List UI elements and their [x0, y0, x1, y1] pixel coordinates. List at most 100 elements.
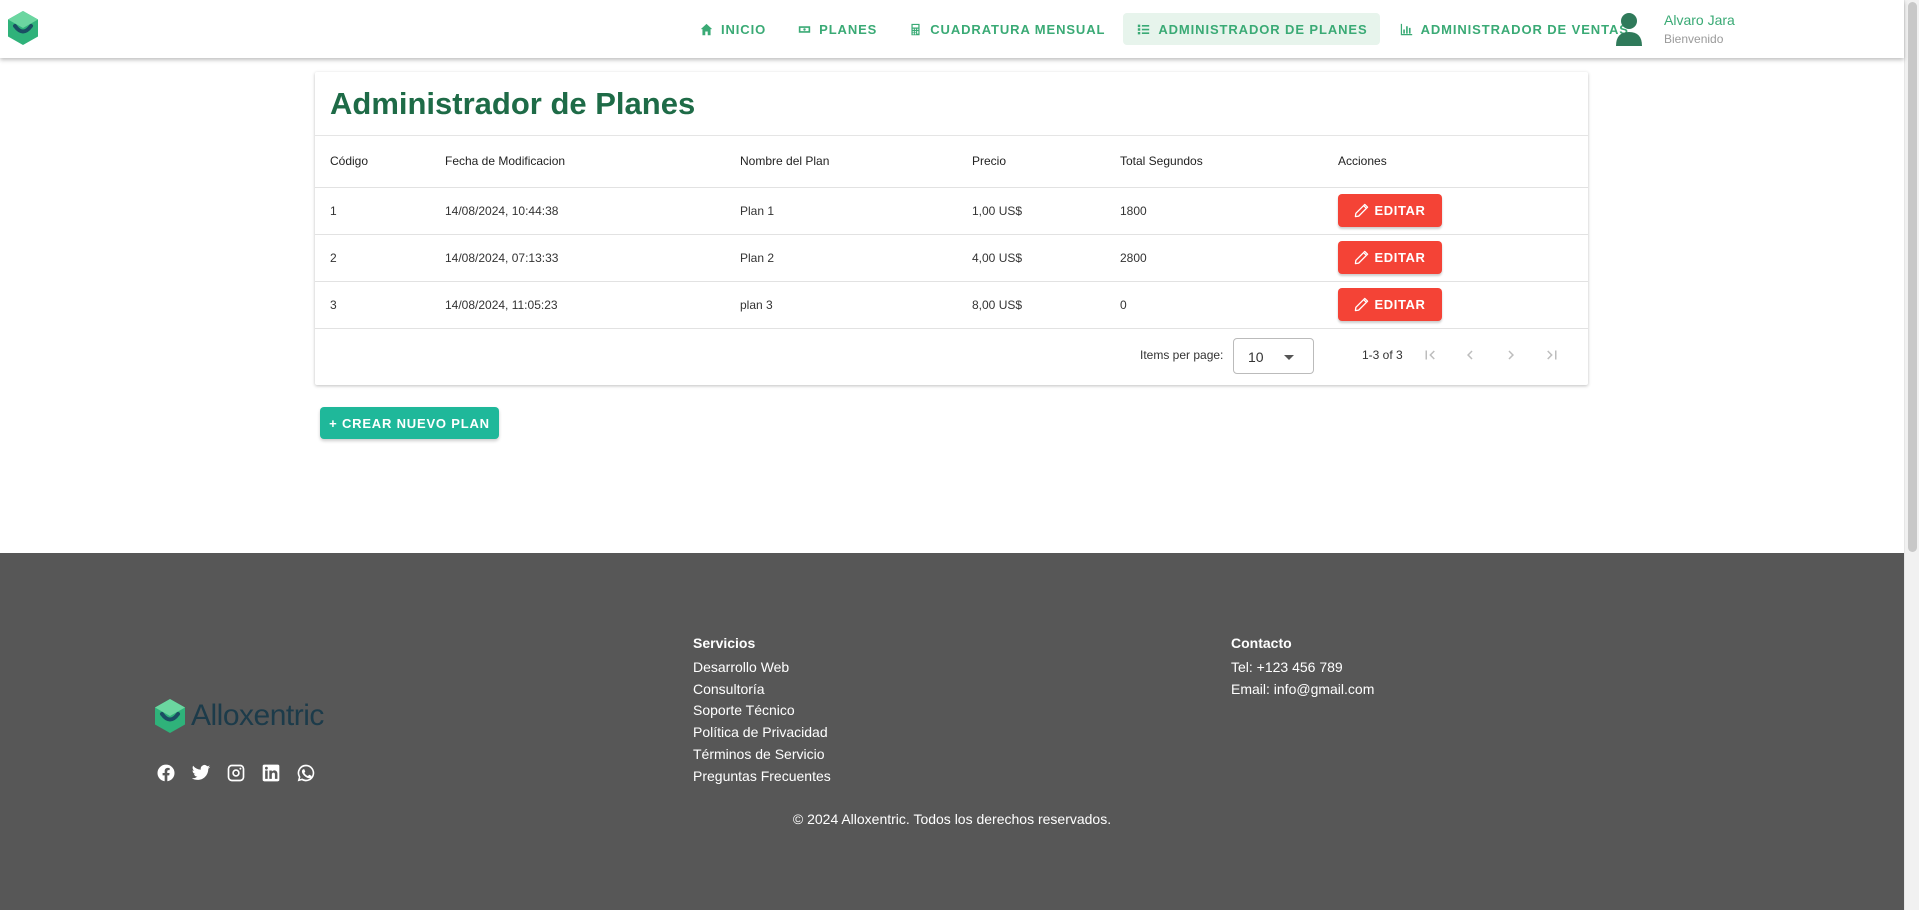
facebook-link[interactable] — [156, 763, 176, 783]
user-subtitle: Bienvenido — [1664, 32, 1724, 46]
page-size-value: 10 — [1248, 349, 1264, 365]
cell-precio: 8,00 US$ — [972, 281, 1120, 329]
last-page-icon — [1547, 350, 1557, 360]
next-page-button[interactable] — [1496, 340, 1526, 370]
nav-item-label: PLANES — [819, 21, 878, 37]
nav-item-administrador-de-ventas[interactable]: ADMINISTRADOR DE VENTAS — [1386, 13, 1641, 45]
cell-acciones: EDITAR — [1338, 234, 1588, 282]
cell-nombre: plan 3 — [740, 281, 972, 329]
nav-item-planes[interactable]: PLANES — [784, 13, 889, 45]
nav-item-administrador-de-planes[interactable]: ADMINISTRADOR DE PLANES — [1123, 13, 1380, 45]
twitter-link[interactable] — [191, 763, 211, 783]
footer-services-heading: Servicios — [693, 635, 756, 651]
cell-fecha: 14/08/2024, 11:05:23 — [445, 281, 740, 329]
page-size-select[interactable]: 10 — [1233, 338, 1314, 374]
whatsapp-icon — [297, 764, 315, 782]
edit-button[interactable]: EDITAR — [1338, 241, 1442, 274]
social-links — [156, 763, 331, 783]
cell-nombre: Plan 1 — [740, 187, 972, 235]
alloxentric-logo — [155, 699, 185, 733]
edit-button-label: EDITAR — [1374, 250, 1426, 265]
cell-segundos: 1800 — [1120, 187, 1338, 235]
cell-segundos: 2800 — [1120, 234, 1338, 282]
instagram-icon — [227, 764, 245, 782]
table-row: 2 14/08/2024, 07:13:33 Plan 2 4,00 US$ 2… — [315, 234, 1588, 282]
edit-button-label: EDITAR — [1374, 203, 1426, 218]
nav-item-label: ADMINISTRADOR DE PLANES — [1158, 21, 1368, 37]
cell-codigo: 3 — [315, 281, 445, 329]
chevron-right-icon — [1508, 350, 1514, 360]
scrollbar-thumb[interactable] — [1908, 2, 1917, 552]
nav-item-label: INICIO — [721, 21, 767, 37]
paginator: Items per page: 10 1-3 of 3 — [315, 327, 1588, 384]
list-icon — [1138, 24, 1150, 34]
nav-item-inicio[interactable]: INICIO — [686, 13, 778, 45]
footer-brand: Alloxentric — [155, 699, 324, 733]
user-profile[interactable]: Alvaro Jara Bienvenido — [1614, 12, 1735, 46]
footer-contact: Contacto Tel: +123 456 789 Email: info@g… — [1231, 635, 1374, 700]
footer-link-consultoria[interactable]: Consultoría — [693, 679, 831, 701]
linkedin-icon — [262, 764, 280, 782]
first-page-button[interactable] — [1415, 340, 1445, 370]
nav-item-label: ADMINISTRADOR DE VENTAS — [1420, 21, 1629, 37]
footer-link-desarrollo-web[interactable]: Desarrollo Web — [693, 657, 831, 679]
create-plan-button[interactable]: + CREAR NUEVO PLAN — [320, 407, 499, 439]
page-range-label: 1-3 of 3 — [1362, 348, 1403, 362]
cell-nombre: Plan 2 — [740, 234, 972, 282]
cell-codigo: 2 — [315, 234, 445, 282]
column-header-precio[interactable]: Precio — [972, 136, 1120, 188]
pencil-icon — [1355, 297, 1369, 312]
money-icon — [798, 25, 811, 33]
edit-button[interactable]: EDITAR — [1338, 288, 1442, 321]
instagram-link[interactable] — [226, 763, 246, 783]
last-page-button[interactable] — [1537, 340, 1567, 370]
footer-copyright: © 2024 Alloxentric. Todos los derechos r… — [792, 811, 1112, 827]
whatsapp-link[interactable] — [296, 763, 316, 783]
column-header-nombre[interactable]: Nombre del Plan — [740, 136, 972, 188]
page: INICIO PLANES CUADRATURA MENSUAL ADMINIS… — [0, 0, 1904, 910]
alloxentric-logo[interactable] — [8, 11, 38, 45]
footer: Alloxentric Servicios Desarrollo Web Con… — [0, 553, 1904, 910]
nav-item-label: CUADRATURA MENSUAL — [930, 21, 1106, 37]
footer-contact-heading: Contacto — [1231, 635, 1292, 651]
previous-page-button[interactable] — [1455, 340, 1485, 370]
chevron-left-icon — [1467, 350, 1473, 360]
page-title: Administrador de Planes — [330, 86, 696, 121]
footer-email: Email: info@gmail.com — [1231, 680, 1375, 697]
cell-acciones: EDITAR — [1338, 187, 1588, 235]
column-header-codigo[interactable]: Código — [315, 136, 445, 188]
plans-table-wrapper: Código Fecha de Modificacion Nombre del … — [315, 135, 1588, 329]
column-header-fecha[interactable]: Fecha de Modificacion — [445, 136, 740, 188]
nav-item-cuadratura-mensual[interactable]: CUADRATURA MENSUAL — [895, 13, 1117, 45]
user-avatar-icon — [1616, 13, 1642, 46]
home-icon — [700, 23, 713, 35]
pencil-icon — [1355, 250, 1369, 265]
edit-button[interactable]: EDITAR — [1338, 194, 1442, 227]
calculator-icon — [911, 23, 920, 35]
cell-codigo: 1 — [315, 187, 445, 235]
linkedin-link[interactable] — [261, 763, 281, 783]
top-navbar: INICIO PLANES CUADRATURA MENSUAL ADMINIS… — [0, 0, 1904, 58]
plans-table: Código Fecha de Modificacion Nombre del … — [315, 136, 1588, 329]
footer-link-politica-privacidad[interactable]: Política de Privacidad — [693, 722, 831, 744]
plans-card: Administrador de Planes Código Fecha de … — [315, 72, 1588, 385]
main-nav: INICIO PLANES CUADRATURA MENSUAL ADMINIS… — [686, 13, 1647, 45]
cell-fecha: 14/08/2024, 07:13:33 — [445, 234, 740, 282]
twitter-icon — [191, 765, 211, 780]
items-per-page-label: Items per page: — [1140, 348, 1224, 362]
table-header-row: Código Fecha de Modificacion Nombre del … — [315, 136, 1588, 188]
cell-fecha: 14/08/2024, 10:44:38 — [445, 187, 740, 235]
footer-services: Servicios Desarrollo Web Consultoría Sop… — [693, 635, 831, 787]
edit-button-label: EDITAR — [1374, 297, 1426, 312]
table-row: 1 14/08/2024, 10:44:38 Plan 1 1,00 US$ 1… — [315, 187, 1588, 235]
column-header-segundos[interactable]: Total Segundos — [1120, 136, 1338, 188]
footer-link-preguntas-frecuentes[interactable]: Preguntas Frecuentes — [693, 766, 831, 788]
table-row: 3 14/08/2024, 11:05:23 plan 3 8,00 US$ 0… — [315, 281, 1588, 329]
footer-link-soporte-tecnico[interactable]: Soporte Técnico — [693, 700, 831, 722]
cell-precio: 4,00 US$ — [972, 234, 1120, 282]
footer-phone: Tel: +123 456 789 — [1231, 659, 1343, 675]
first-page-icon — [1425, 350, 1435, 360]
cell-segundos: 0 — [1120, 281, 1338, 329]
page-scrollbar[interactable] — [1904, 0, 1919, 910]
footer-link-terminos-servicio[interactable]: Términos de Servicio — [693, 744, 831, 766]
